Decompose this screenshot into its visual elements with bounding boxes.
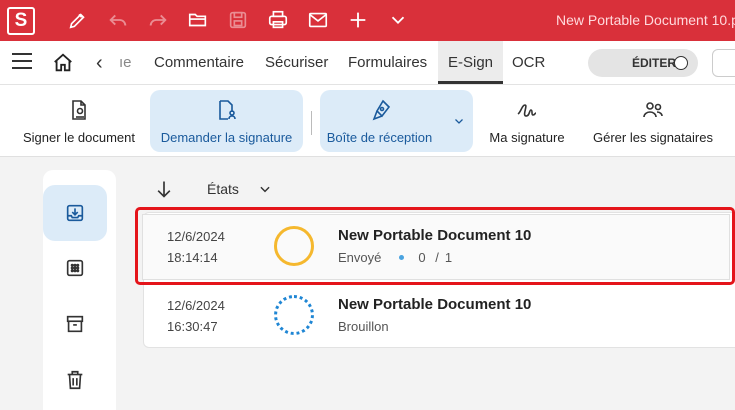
mail-icon[interactable] [306,8,330,32]
row-date-time: 16:30:47 [167,319,218,334]
tab-partial[interactable]: ıe [119,41,132,84]
manage-signers-button[interactable]: Gérer les signataires [586,90,720,152]
row-date-time: 18:14:14 [167,250,218,265]
count-separator: / [435,250,439,265]
list-item[interactable]: 12/6/2024 18:14:14 New Portable Document… [135,207,735,285]
document-status: Brouillon [338,319,389,334]
edit-toggle-label: ÉDITER [632,56,677,70]
status-text: Envoyé [338,250,382,265]
search-box[interactable] [712,49,735,77]
menu-bar: ‹ ıe Commentaire Sécuriser Formulaires E… [0,41,735,84]
list-item[interactable]: 12/6/2024 16:30:47 New Portable Document… [144,285,735,351]
pen-nib-icon [372,99,390,121]
toggle-knob [674,56,688,70]
people-icon [643,102,663,118]
tab-ocr[interactable]: OCR [512,41,545,84]
inbox-button[interactable]: Boîte de réception [320,90,473,152]
chevron-left-icon[interactable]: ‹ [96,53,112,73]
separator-dot [399,255,405,261]
save-icon[interactable] [226,8,250,32]
open-folder-icon[interactable] [186,8,210,32]
ribbon-divider [311,111,312,135]
chevron-down-icon[interactable] [386,8,410,32]
tab-securiser[interactable]: Sécuriser [265,41,328,84]
row-date-day: 12/6/2024 [167,229,225,244]
document-sign-icon [72,100,86,120]
archive-icon[interactable] [43,296,107,352]
document-name: New Portable Document 10 [338,227,532,244]
request-signature-label: Demander la signature [160,130,293,145]
document-list: 12/6/2024 18:14:14 New Portable Document… [135,207,735,351]
sort-arrow-down-icon[interactable] [154,178,174,200]
sign-document-button[interactable]: Signer le document [14,90,144,152]
row-date: 12/6/2024 16:30:47 [167,295,225,337]
request-signature-button[interactable]: Demander la signature [150,90,303,152]
status-pending-icon [274,226,314,266]
total-count: 1 [444,250,453,265]
tab-esign[interactable]: E-Sign [438,41,504,84]
inbox-tray-icon[interactable] [43,185,107,241]
title-bar: S New Portable Document 10.p [0,0,735,41]
app-logo[interactable]: S [7,7,35,35]
my-signature-label: Ma signature [489,130,565,145]
tab-commentaire[interactable]: Commentaire [154,41,244,84]
my-signature-button[interactable]: Ma signature [482,90,572,152]
document-name: New Portable Document 10 [338,296,532,313]
signature-icon [517,104,537,117]
undo-icon[interactable] [106,8,130,32]
dotted-square-icon[interactable] [43,240,107,296]
plus-icon[interactable] [346,8,370,32]
document-title: New Portable Document 10.p [556,12,735,28]
chevron-down-icon[interactable] [453,115,465,127]
chevron-down-icon[interactable] [258,182,272,196]
print-icon[interactable] [266,8,290,32]
pen-icon[interactable] [66,8,90,32]
signed-count: 0 [418,250,426,265]
home-icon[interactable] [52,52,74,74]
inbox-label: Boîte de réception [326,130,433,145]
manage-signers-label: Gérer les signataires [593,130,713,145]
selected-row-bg [142,214,730,280]
row-date: 12/6/2024 18:14:14 [167,226,225,268]
status-filter-label[interactable]: États [207,181,239,197]
hamburger-menu-icon[interactable] [12,53,32,71]
document-status: Envoyé 0 / 1 [338,250,452,265]
status-draft-icon [274,295,314,335]
side-rail [43,170,116,410]
trash-icon[interactable] [43,352,107,408]
edit-toggle[interactable]: ÉDITER [588,49,698,77]
tab-formulaires[interactable]: Formulaires [348,41,427,84]
request-signature-icon [218,100,236,120]
row-date-day: 12/6/2024 [167,298,225,313]
ribbon-toolbar: Signer le document Demander la signature… [0,84,735,157]
redo-icon[interactable] [146,8,170,32]
sign-document-label: Signer le document [22,130,135,145]
